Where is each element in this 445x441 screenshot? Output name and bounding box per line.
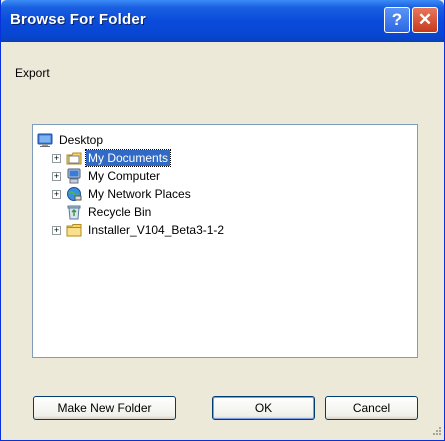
tree-item-label: My Computer [88, 169, 161, 183]
tree-item-label: My Network Places [88, 187, 191, 201]
network-places-icon [67, 187, 82, 201]
tree-item-recycle-bin[interactable]: Recycle Bin [52, 203, 153, 221]
my-documents-icon [66, 152, 82, 165]
browse-for-folder-dialog: Browse For Folder ? ✕ Export Desktop + M… [0, 0, 445, 441]
title-bar[interactable]: Browse For Folder ? ✕ [1, 0, 444, 42]
help-icon: ? [391, 10, 403, 29]
tree-item-installer-folder[interactable]: + Installer_V104_Beta3-1-2 [52, 221, 226, 239]
expand-toggle[interactable]: + [52, 171, 61, 181]
tree-item-label: Installer_V104_Beta3-1-2 [88, 223, 225, 237]
expand-toggle[interactable]: + [52, 189, 61, 199]
resize-grip-icon[interactable] [430, 426, 442, 438]
recycle-bin-icon [67, 205, 81, 220]
tree-item-label: Desktop [59, 133, 104, 147]
folder-tree[interactable]: Desktop + My Documents + My Computer + M… [32, 124, 418, 358]
tree-item-my-documents[interactable]: + My Documents [52, 149, 172, 167]
folder-icon [66, 224, 82, 237]
desktop-icon [37, 133, 53, 147]
close-icon: ✕ [417, 10, 433, 29]
tree-item-desktop[interactable]: Desktop [37, 131, 105, 149]
tree-item-label: Recycle Bin [88, 205, 152, 219]
expand-toggle[interactable]: + [52, 153, 61, 163]
dialog-prompt: Export [15, 66, 50, 80]
help-button[interactable]: ? [384, 7, 410, 33]
my-computer-icon [67, 168, 81, 184]
tree-item-label: My Documents [84, 149, 172, 167]
cancel-button[interactable]: Cancel [325, 396, 418, 420]
ok-button[interactable]: OK [212, 396, 315, 420]
expand-toggle[interactable]: + [52, 225, 61, 235]
close-button[interactable]: ✕ [412, 7, 438, 33]
make-new-folder-button[interactable]: Make New Folder [33, 396, 176, 420]
tree-item-my-network-places[interactable]: + My Network Places [52, 185, 193, 203]
window-title: Browse For Folder [10, 11, 146, 28]
tree-item-my-computer[interactable]: + My Computer [52, 167, 162, 185]
